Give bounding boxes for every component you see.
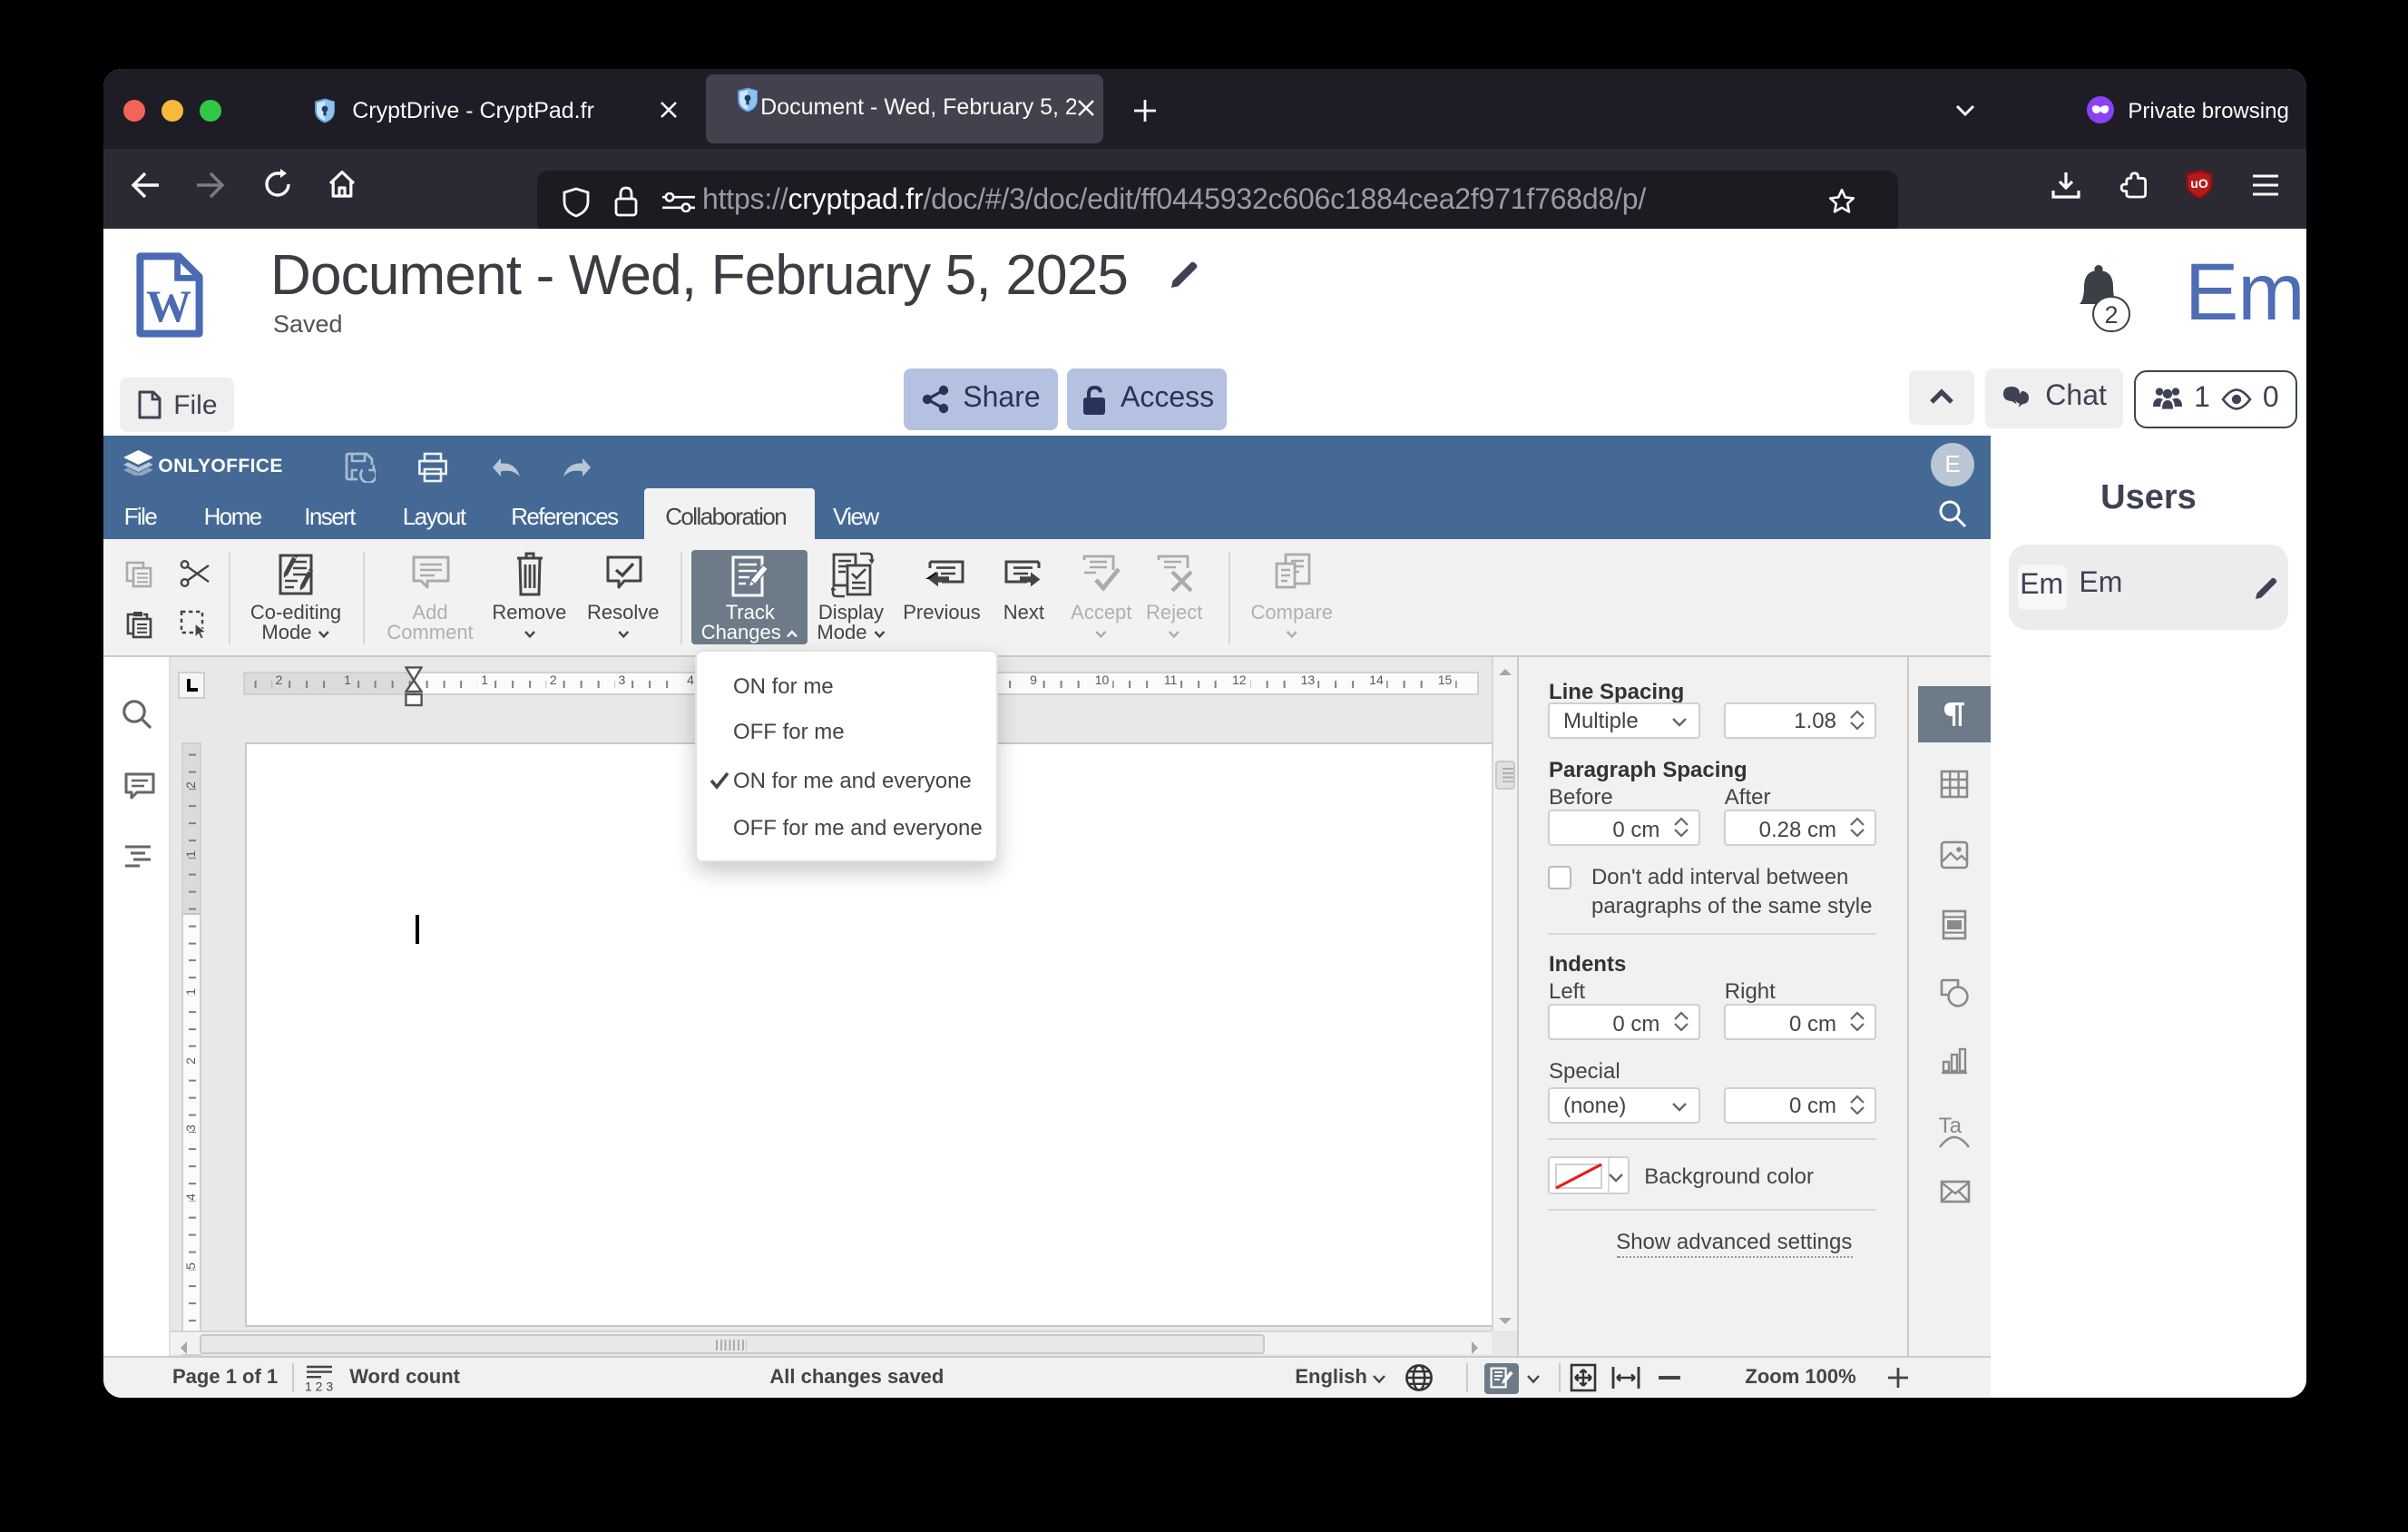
svg-text:W: W [147,280,192,330]
svg-text:uO: uO [2190,176,2208,191]
svg-text:1 2 3: 1 2 3 [305,1379,333,1392]
